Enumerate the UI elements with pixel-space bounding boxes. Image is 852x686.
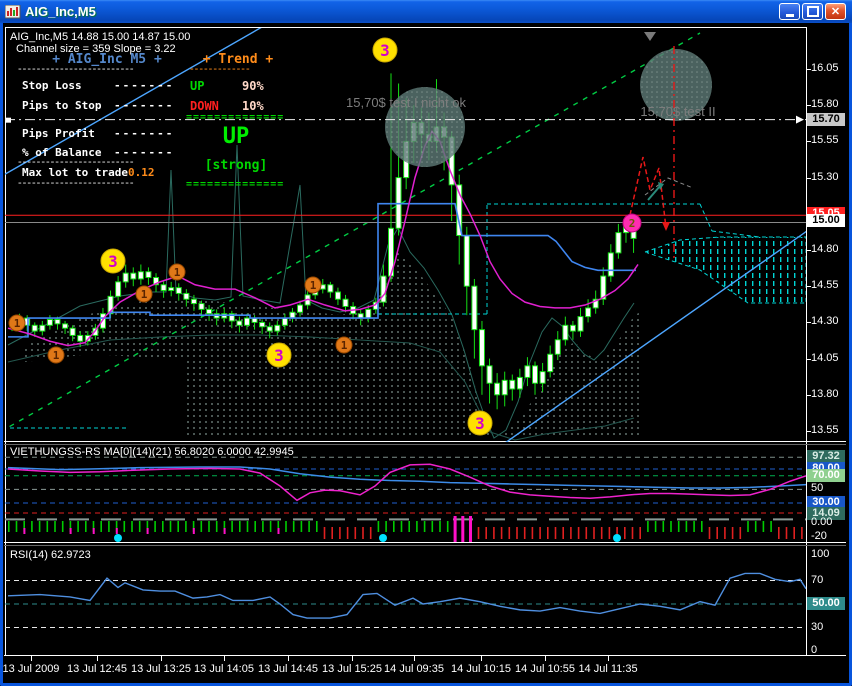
svg-text:3: 3 [380,41,390,60]
maximize-button[interactable] [802,3,823,20]
oscillator-layer [5,457,806,545]
svg-text:2: 2 [629,217,636,230]
chart-icon [5,5,21,19]
svg-text:1: 1 [14,317,21,330]
svg-text:1: 1 [174,266,181,279]
svg-text:1: 1 [141,288,148,301]
svg-text:3: 3 [475,414,485,433]
title-bar[interactable]: AIG_Inc,M5 ✕ [0,0,852,23]
svg-text:3: 3 [274,346,284,365]
svg-text:3: 3 [108,252,118,271]
svg-text:1: 1 [341,339,348,352]
chart-canvas[interactable]: 1 1 1 1 1 1 2 3 3 3 3 [0,0,852,686]
minimize-button[interactable] [779,3,800,20]
main-chart-layer: 1 1 1 1 1 1 2 [0,27,807,443]
svg-text:1: 1 [53,349,60,362]
close-button[interactable]: ✕ [825,3,846,20]
svg-text:1: 1 [310,279,317,292]
window-title: AIG_Inc,M5 [25,4,96,19]
rsi-layer [5,573,806,627]
application-window: AIG_Inc,M5 ✕ 1 1 1 1 1 1 2 3 [0,0,852,686]
